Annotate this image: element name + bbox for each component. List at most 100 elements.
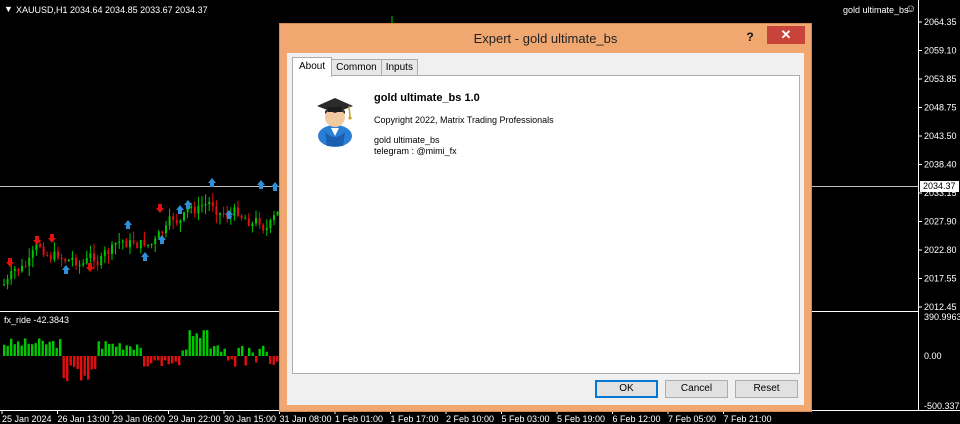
histogram-bar [20,345,23,356]
candle-body [78,264,81,266]
expert-name-version: gold ultimate_bs 1.0 [374,92,480,104]
tab-about[interactable]: About [292,57,333,77]
histogram-bar [185,349,188,356]
candle-body [89,253,92,259]
price-label: 2043.50 [924,131,957,141]
time-label: 7 Feb 05:00 [668,414,716,424]
candle-body [57,251,59,258]
histogram-bar [157,356,160,361]
time-label: 7 Feb 21:00 [724,414,772,424]
histogram-bar [230,356,233,360]
histogram-bar [213,345,216,356]
candle-body [121,240,124,242]
histogram-bar [234,356,237,367]
dialog-titlebar[interactable]: Expert - gold ultimate_bs ? ✕ [280,24,811,52]
reset-button[interactable]: Reset [735,380,798,398]
time-label: 1 Feb 17:00 [391,414,439,424]
histogram-bar [45,344,48,356]
price-axis: 2064.35 2059.10 2053.85 2048.75 2043.50 2038.… [918,17,957,312]
candle-body [147,244,149,246]
candle-body [39,244,41,247]
time-label: 6 Feb 12:00 [613,414,661,424]
histogram-bar [59,339,62,356]
ok-button[interactable]: OK [595,380,658,398]
candle-body [93,253,95,262]
cancel-button[interactable]: Cancel [665,380,728,398]
buy-arrow [257,180,265,189]
candle-body [64,259,67,262]
histogram-bar [66,356,69,382]
graduate-icon [317,98,353,147]
indicator-level-label: 390.9963 [924,312,960,322]
help-button[interactable]: ? [741,28,759,46]
candle-body [114,243,117,245]
histogram-bar [223,348,226,356]
candle-body [125,240,128,248]
candle-body [244,218,247,220]
candle-body [168,216,171,226]
histogram-bar [153,356,156,361]
histogram-bar [122,349,125,356]
histogram-bar [199,338,202,356]
histogram-bar [132,349,135,356]
histogram-bar [90,356,93,370]
indicator-level-label: 0.00 [924,351,942,361]
candle-body [139,240,142,249]
histogram-bar [73,356,76,368]
candle-body [82,263,85,265]
candle-body [3,284,5,286]
histogram-bar [6,345,9,356]
candle-body [240,215,243,219]
histogram-bar [69,356,72,366]
histogram-bar [181,350,184,356]
buy-arrow [124,220,132,229]
candle-body [150,244,153,246]
time-label: 31 Jan 08:00 [280,414,332,424]
candle-body [28,257,31,267]
candle-body [46,254,49,256]
time-label: 30 Jan 15:00 [224,414,276,424]
histogram-bar [167,356,170,365]
chart-menu-icon[interactable]: ▼ [4,4,13,14]
time-axis: 25 Jan 2024 26 Jan 13:00 29 Jan 06:00 29 Ja… [1,410,772,424]
histogram-bar [17,341,20,356]
histogram-bar [104,341,107,356]
histogram-bar [206,330,209,356]
indicator-level-label: -500.3375 [924,401,960,411]
candle-body [237,207,239,216]
candle-body [85,258,88,264]
histogram-bar [262,345,265,356]
histogram-bar [227,356,230,361]
candle-body [6,279,9,285]
time-label: 29 Jan 22:00 [169,414,221,424]
buy-arrow [271,182,279,191]
candle-body [31,250,34,258]
price-label: 2027.90 [924,217,957,227]
sell-arrow [156,204,164,213]
buy-arrow [208,178,216,187]
smiley-icon[interactable]: ☺ [905,3,916,15]
candle-body [208,201,211,204]
histogram-bar [202,330,205,356]
histogram-bar [188,330,191,356]
candle-body [13,268,16,271]
histogram-bar [80,356,83,381]
buy-arrow [176,205,184,214]
histogram-bar [52,341,55,356]
candle-body [201,205,203,207]
candle-body [71,257,74,260]
histogram-bar [171,356,174,364]
price-label: 2012.45 [924,302,957,312]
price-label: 2048.75 [924,103,957,113]
histogram-bar [139,347,142,356]
candle-body [175,219,178,224]
histogram-bar [251,352,254,356]
histogram-bar [13,344,16,356]
candle-body [265,228,268,231]
candle-body [103,250,106,257]
histogram-bar [94,356,97,369]
time-label: 1 Feb 01:00 [335,414,383,424]
sell-arrow [6,258,14,267]
close-button[interactable]: ✕ [767,26,805,44]
candle-body [143,240,146,246]
